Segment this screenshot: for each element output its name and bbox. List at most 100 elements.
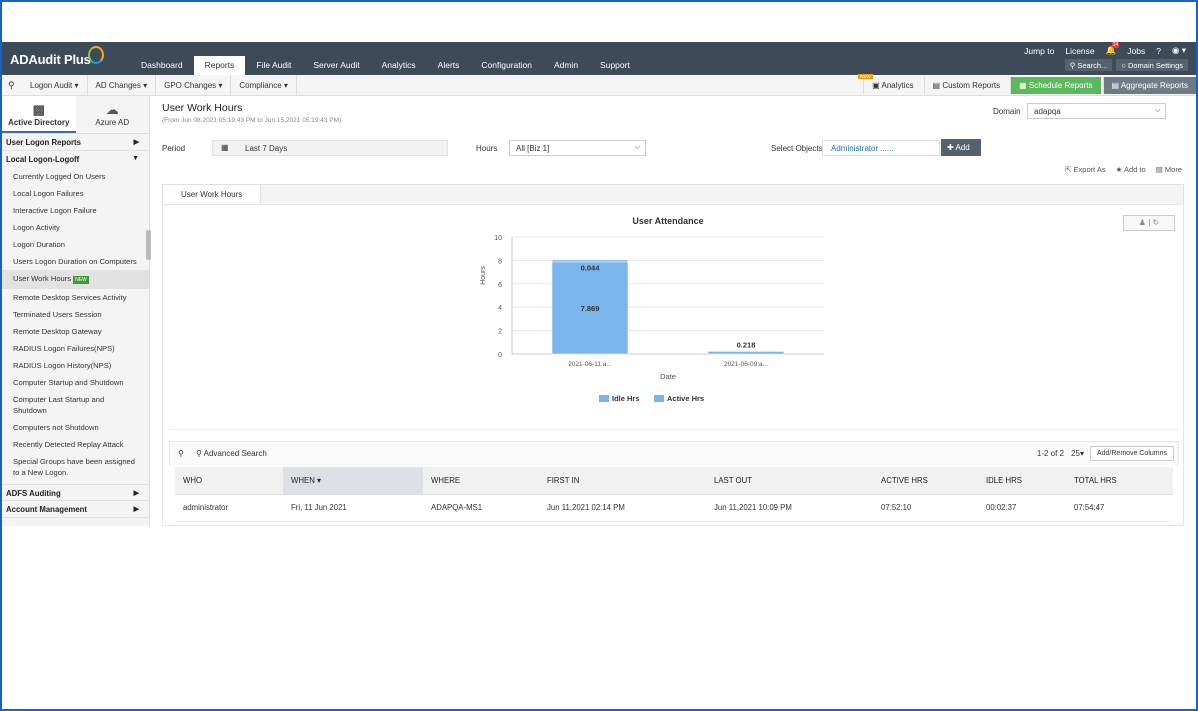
col-when[interactable]: WHEN ▾ xyxy=(283,467,423,495)
legend-swatch xyxy=(599,395,609,402)
menu-ad-changes[interactable]: AD Changes ▾ xyxy=(88,75,157,96)
tab-azure-ad[interactable]: ☁ Azure AD xyxy=(76,96,150,133)
app-logo[interactable]: ADAudit Plus xyxy=(10,46,104,67)
sidebar-item-logon-duration[interactable]: Logon Duration xyxy=(2,236,149,253)
sidebar-item-logon-activity[interactable]: Logon Activity xyxy=(2,219,149,236)
sidebar-item-radius-logon-failures[interactable]: RADIUS Logon Failures(NPS) xyxy=(2,340,149,357)
logo-ring-icon xyxy=(88,46,104,64)
col-where[interactable]: WHERE xyxy=(423,467,539,495)
bell-icon[interactable]: 🔔 14 xyxy=(1106,42,1120,56)
top-links: Jump to License 🔔 14 Jobs ? ◉ ▾ xyxy=(1024,42,1186,56)
nav-file-audit[interactable]: File Audit xyxy=(245,56,302,75)
legend-label: Active Hrs xyxy=(667,394,704,403)
export-as-button[interactable]: ⇱ Export As xyxy=(1065,165,1106,174)
report-date-range: (From Jun 08,2021 05:19:43 PM to Jun 15,… xyxy=(162,117,342,124)
nav-configuration[interactable]: Configuration xyxy=(470,56,543,75)
col-who[interactable]: WHO xyxy=(175,467,283,495)
sidebar-item-computer-startup-shutdown[interactable]: Computer Startup and Shutdown xyxy=(2,374,149,391)
table-row[interactable]: administrator Fri, 11 Jun 2021 ADAPQA-MS… xyxy=(175,494,1173,522)
sidebar-item-terminated-users-session[interactable]: Terminated Users Session xyxy=(2,306,149,323)
sidebar-item-local-logon-failures[interactable]: Local Logon Failures xyxy=(2,185,149,202)
menu-logon-audit[interactable]: Logon Audit ▾ xyxy=(22,75,88,96)
nav-alerts[interactable]: Alerts xyxy=(427,56,471,75)
sidebar-collapse-handle[interactable] xyxy=(146,230,151,260)
advanced-search-link[interactable]: ⚲ Advanced Search xyxy=(196,449,267,458)
nav-server-audit[interactable]: Server Audit xyxy=(302,56,370,75)
directory-tabs: ▩ Active Directory ☁ Azure AD xyxy=(2,96,149,134)
sidebar-item-users-logon-duration[interactable]: Users Logon Duration on Computers xyxy=(2,253,149,270)
tab-user-work-hours[interactable]: User Work Hours xyxy=(163,185,262,205)
report-icon: ▤ xyxy=(1111,81,1120,90)
col-first-in[interactable]: FIRST IN xyxy=(539,467,706,495)
license-link[interactable]: License xyxy=(1065,46,1094,56)
main-nav: Dashboard Reports File Audit Server Audi… xyxy=(130,56,641,75)
hours-select[interactable]: All [Biz 1] ⌵ xyxy=(509,140,646,156)
help-icon[interactable]: ? xyxy=(1156,46,1161,56)
category-account-management[interactable]: Account Management ▶ xyxy=(2,501,149,518)
sub-navbar: ⚲ Logon Audit ▾ AD Changes ▾ GPO Changes… xyxy=(2,74,1196,96)
per-page-select[interactable]: 25▾ xyxy=(1071,449,1084,458)
report-category-menu: Logon Audit ▾ AD Changes ▾ GPO Changes ▾… xyxy=(22,75,297,96)
sidebar-item-currently-logged-on-users[interactable]: Currently Logged On Users xyxy=(2,168,149,185)
more-button[interactable]: ▤ More xyxy=(1156,165,1182,174)
domain-settings-button[interactable]: ○ Domain Settings xyxy=(1116,59,1188,71)
y-tick-label: 2 xyxy=(498,329,502,336)
report-main: User Work Hours (From Jun 08,2021 05:19:… xyxy=(152,96,1192,526)
user-icon[interactable]: ◉ ▾ xyxy=(1172,45,1186,56)
period-picker[interactable]: ▦ Last 7 Days xyxy=(212,140,448,156)
tab-active-directory[interactable]: ▩ Active Directory xyxy=(2,96,76,133)
jobs-link[interactable]: Jobs xyxy=(1127,46,1145,56)
search-icon[interactable]: ⚲ xyxy=(8,80,15,91)
schedule-reports-button[interactable]: ▦ Schedule Reports xyxy=(1010,77,1101,94)
col-total-hrs[interactable]: TOTAL HRS xyxy=(1066,467,1173,495)
category-adfs-auditing[interactable]: ADFS Auditing ▶ xyxy=(2,484,149,501)
sidebar-item-replay-attack[interactable]: Recently Detected Replay Attack xyxy=(2,436,149,453)
category-local-logon-logoff[interactable]: Local Logon-Logoff ▼ xyxy=(2,151,149,168)
nav-admin[interactable]: Admin xyxy=(543,56,589,75)
table-header-row: WHO WHEN ▾ WHERE FIRST IN LAST OUT ACTIV… xyxy=(175,467,1173,495)
sidebar-item-special-groups[interactable]: Special Groups have been assigned to a N… xyxy=(2,453,149,481)
x-axis-label: Date xyxy=(660,372,676,381)
chart-view-toggle[interactable]: ♟ | ↻ xyxy=(1123,215,1175,231)
sidebar-item-remote-desktop-services[interactable]: Remote Desktop Services Activity xyxy=(2,289,149,306)
export-icon: ⇱ xyxy=(1065,165,1072,174)
custom-reports-button[interactable]: ▤ Custom Reports xyxy=(923,77,1009,94)
sidebar-item-computer-last-startup[interactable]: Computer Last Startup and Shutdown xyxy=(2,391,149,419)
domain-label: Domain xyxy=(993,107,1021,116)
nav-reports[interactable]: Reports xyxy=(193,56,246,75)
cell-who: administrator xyxy=(175,494,283,522)
hours-label: Hours xyxy=(476,144,498,153)
col-active-hrs[interactable]: ACTIVE HRS xyxy=(873,467,978,495)
calendar-icon: ▦ xyxy=(221,143,229,152)
advanced-search-icon: ⚲ xyxy=(196,449,202,458)
nav-dashboard[interactable]: Dashboard xyxy=(130,56,194,75)
analytics-button[interactable]: NEW ▣ Analytics xyxy=(858,74,921,94)
legend-swatch xyxy=(654,395,664,402)
legend-label: Idle Hrs xyxy=(612,394,640,403)
add-objects-button[interactable]: ✚ Add xyxy=(941,139,981,156)
menu-compliance[interactable]: Compliance ▾ xyxy=(231,75,297,96)
sidebar-item-computers-not-shutdown[interactable]: Computers not Shutdown xyxy=(2,419,149,436)
add-to-button[interactable]: ★ Add to xyxy=(1116,165,1146,174)
nav-support[interactable]: Support xyxy=(589,56,641,75)
add-remove-columns-button[interactable]: Add/Remove Columns xyxy=(1089,446,1174,461)
category-user-logon-reports[interactable]: User Logon Reports ▶ xyxy=(2,134,149,151)
search-button[interactable]: ⚲ Search... xyxy=(1064,59,1113,71)
search-icon[interactable]: ⚲ xyxy=(178,449,184,458)
menu-gpo-changes[interactable]: GPO Changes ▾ xyxy=(156,75,232,96)
sidebar-item-remote-desktop-gateway[interactable]: Remote Desktop Gateway xyxy=(2,323,149,340)
aggregate-reports-button[interactable]: ▤ Aggregate Reports xyxy=(1102,77,1196,94)
chevron-down-icon: ⌵ xyxy=(1154,107,1160,114)
y-axis-label: Hours xyxy=(480,266,487,285)
sidebar-item-user-work-hours[interactable]: User Work Hours NEW xyxy=(2,270,149,289)
chart-divider xyxy=(169,429,1179,430)
jump-to-link[interactable]: Jump to xyxy=(1024,46,1054,56)
sidebar-item-radius-logon-history[interactable]: RADIUS Logon History(NPS) xyxy=(2,357,149,374)
col-idle-hrs[interactable]: IDLE HRS xyxy=(978,467,1066,495)
col-last-out[interactable]: LAST OUT xyxy=(706,467,873,495)
nav-analytics[interactable]: Analytics xyxy=(371,56,427,75)
period-label: Period xyxy=(162,144,186,153)
sidebar-item-interactive-logon-failure[interactable]: Interactive Logon Failure xyxy=(2,202,149,219)
select-objects-field[interactable]: Administrator ...... xyxy=(822,140,940,156)
domain-select[interactable]: adapqa ⌵ xyxy=(1027,103,1166,119)
